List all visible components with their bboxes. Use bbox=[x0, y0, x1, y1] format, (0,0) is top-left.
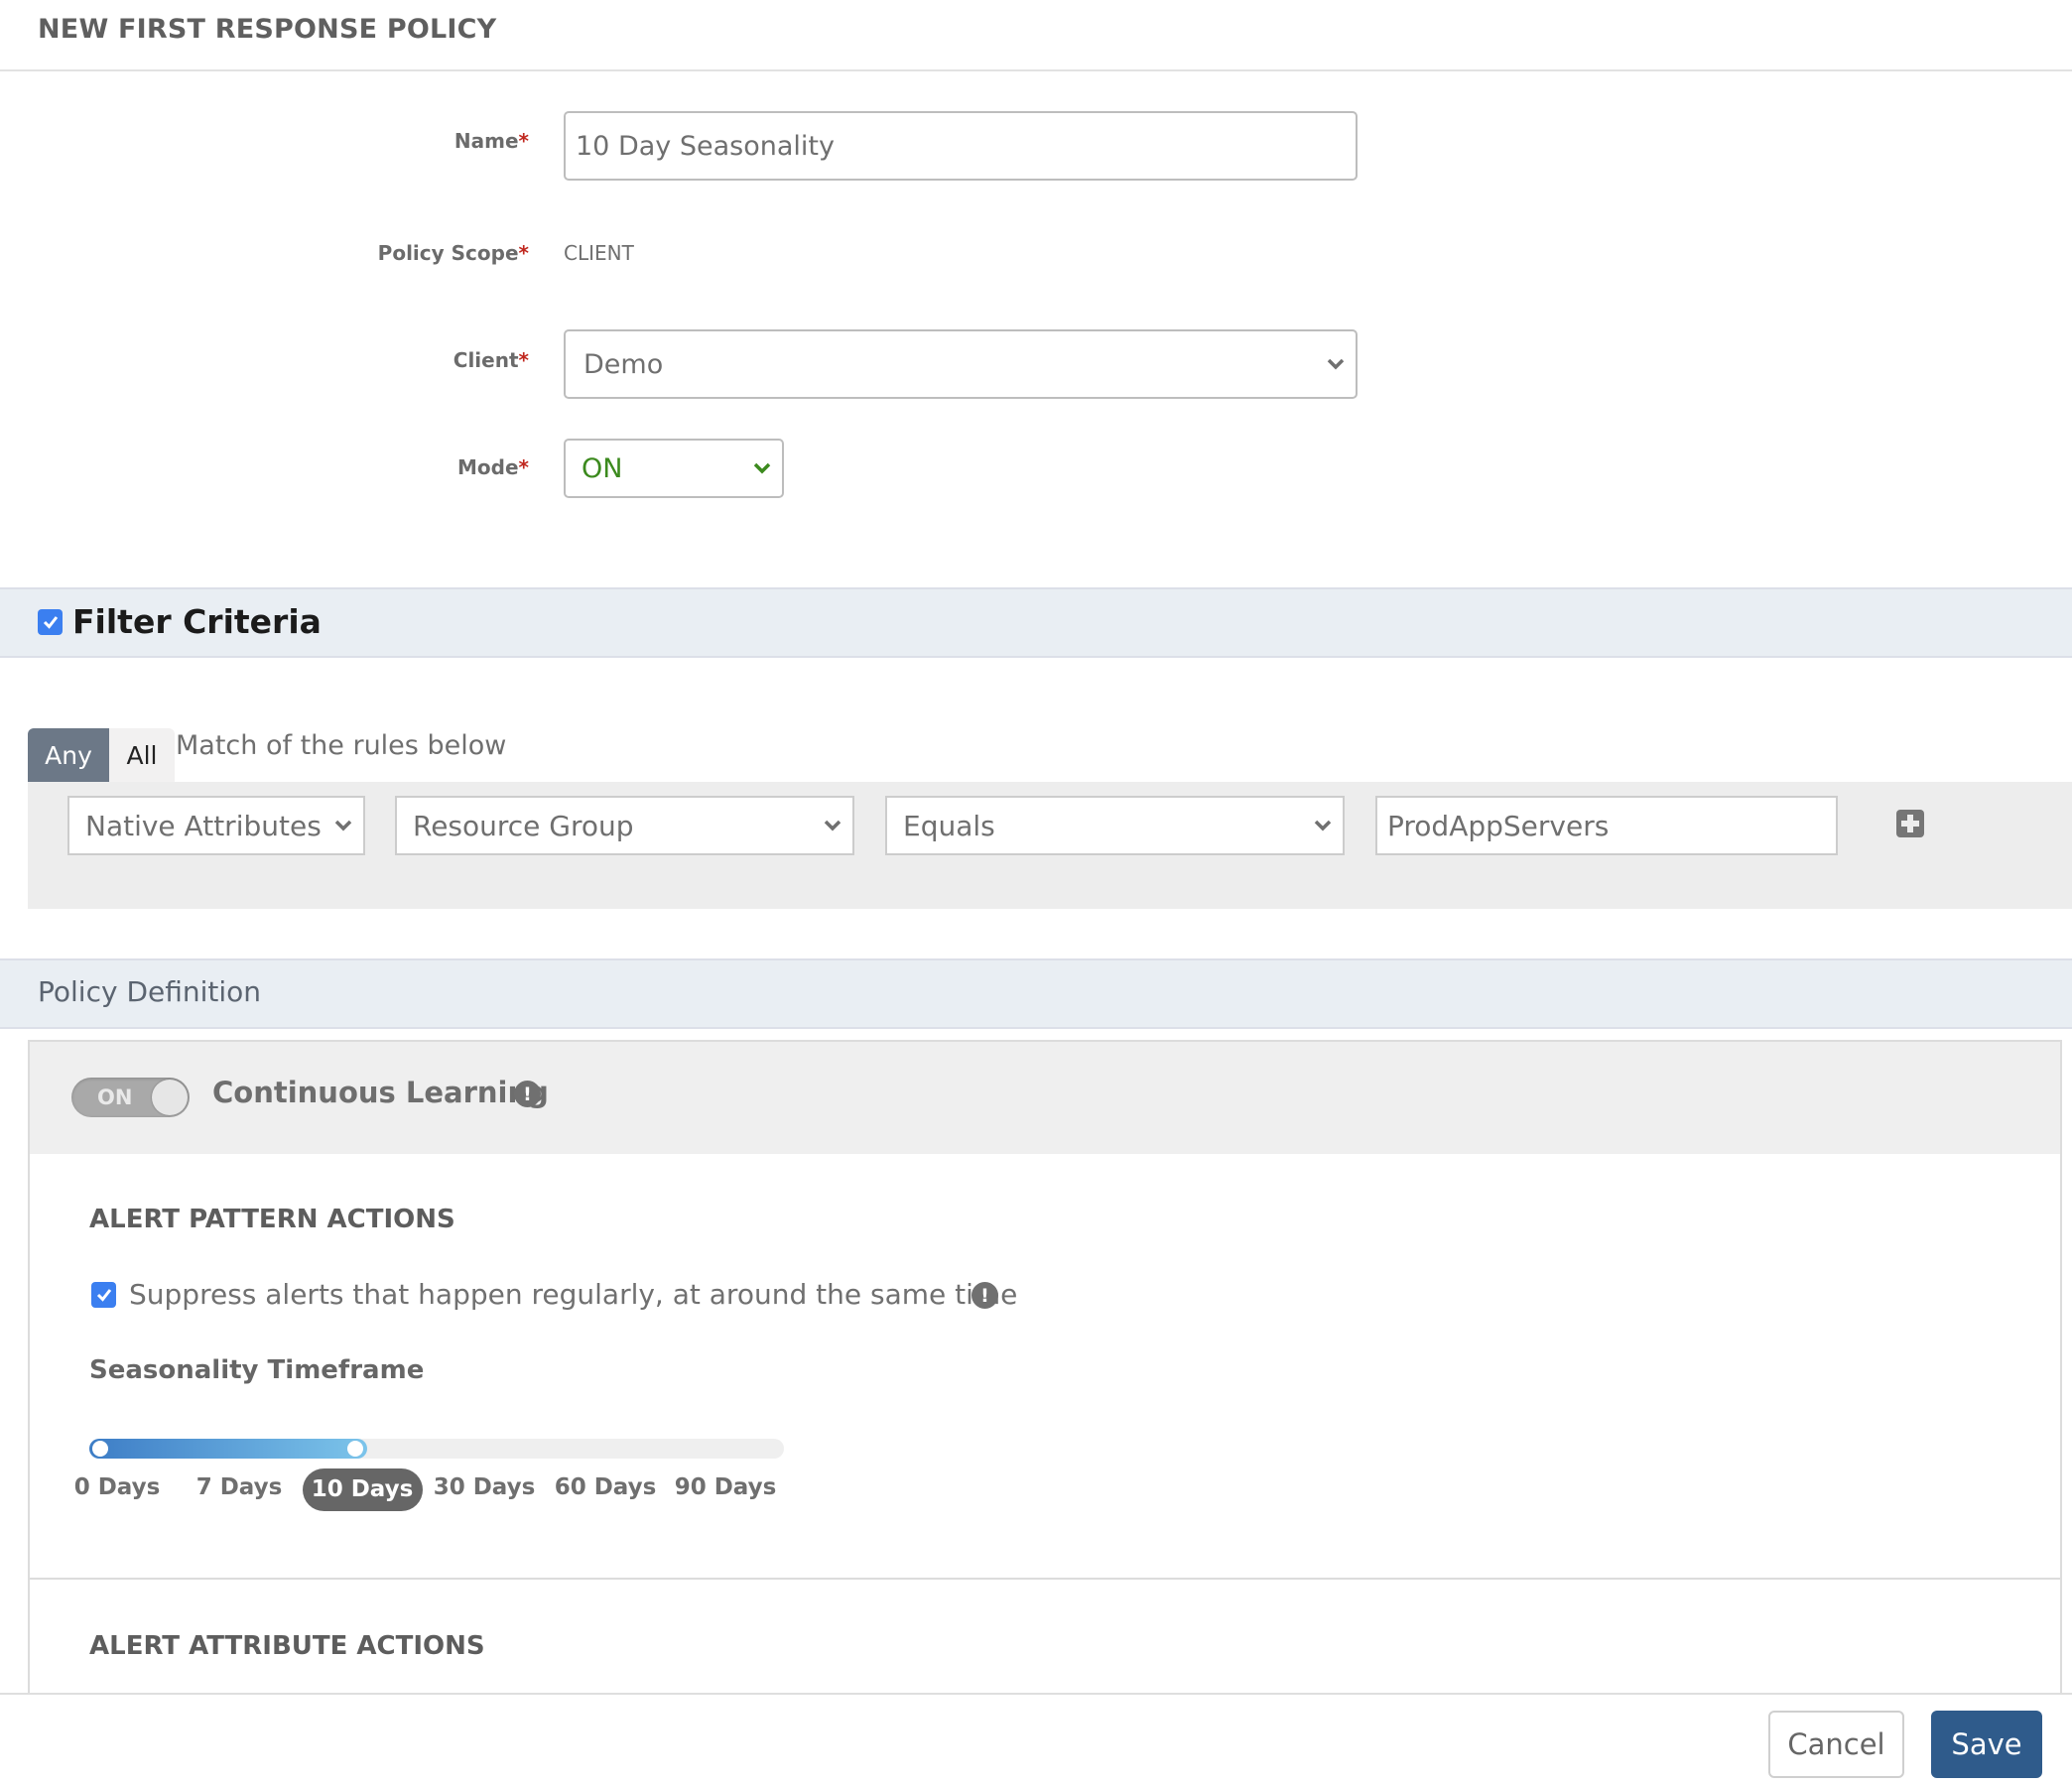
chevron-down-icon bbox=[753, 462, 771, 474]
match-all-button[interactable]: All bbox=[109, 728, 175, 782]
chevron-down-icon bbox=[824, 820, 842, 831]
footer bbox=[0, 1695, 2072, 1786]
name-input[interactable]: 10 Day Seasonality bbox=[564, 111, 1358, 181]
slider-handle-end[interactable] bbox=[347, 1441, 363, 1457]
client-select[interactable]: Demo bbox=[564, 329, 1358, 399]
seasonality-tick-30-days[interactable]: 30 Days bbox=[430, 1474, 539, 1500]
section-divider bbox=[30, 1578, 2060, 1580]
operator-select[interactable]: Equals bbox=[885, 796, 1345, 855]
name-label: Name* bbox=[453, 129, 529, 153]
chevron-down-icon bbox=[1314, 820, 1332, 831]
header-divider bbox=[0, 69, 2072, 71]
info-icon[interactable]: ! bbox=[514, 1081, 541, 1107]
mode-select[interactable]: ON bbox=[564, 439, 784, 498]
info-icon[interactable]: ! bbox=[971, 1282, 998, 1309]
cancel-button[interactable]: Cancel bbox=[1768, 1711, 1904, 1778]
policy-definition-header bbox=[0, 958, 2072, 1029]
checkmark-icon bbox=[43, 616, 58, 629]
save-button[interactable]: Save bbox=[1931, 1711, 2042, 1778]
chevron-down-icon bbox=[334, 820, 352, 831]
add-rule-icon[interactable] bbox=[1896, 810, 1924, 837]
mode-label: Mode* bbox=[457, 455, 529, 479]
seasonality-tick-10-days[interactable]: 10 Days bbox=[302, 1468, 423, 1511]
filter-criteria-title: Filter Criteria bbox=[72, 602, 322, 641]
toggle-knob bbox=[152, 1080, 188, 1115]
continuous-learning-toggle[interactable]: ON bbox=[71, 1078, 190, 1117]
policy-scope-value: CLIENT bbox=[564, 241, 634, 265]
seasonality-timeframe-label: Seasonality Timeframe bbox=[89, 1355, 425, 1385]
alert-attribute-actions-title: ALERT ATTRIBUTE ACTIONS bbox=[89, 1631, 485, 1661]
seasonality-tick-0-days[interactable]: 0 Days bbox=[63, 1474, 172, 1500]
rule-value-input[interactable]: ProdAppServers bbox=[1375, 796, 1838, 855]
page-title: NEW FIRST RESPONSE POLICY bbox=[38, 14, 497, 45]
suppress-alerts-checkbox[interactable] bbox=[91, 1282, 116, 1308]
seasonality-tick-60-days[interactable]: 60 Days bbox=[551, 1474, 660, 1500]
match-any-button[interactable]: Any bbox=[28, 728, 109, 782]
seasonality-tick-90-days[interactable]: 90 Days bbox=[671, 1474, 780, 1500]
continuous-learning-label: Continuous Learning bbox=[212, 1076, 549, 1109]
suppress-alerts-label: Suppress alerts that happen regularly, a… bbox=[129, 1278, 1018, 1311]
policy-definition-title: Policy Definition bbox=[38, 975, 262, 1008]
slider-handle-start[interactable] bbox=[92, 1441, 108, 1457]
policy-scope-label: Policy Scope* bbox=[377, 241, 529, 265]
alert-pattern-actions-title: ALERT PATTERN ACTIONS bbox=[89, 1205, 455, 1234]
filter-criteria-checkbox[interactable] bbox=[38, 609, 63, 635]
seasonality-slider-fill bbox=[89, 1439, 367, 1459]
chevron-down-icon bbox=[1327, 358, 1345, 370]
seasonality-tick-7-days[interactable]: 7 Days bbox=[185, 1474, 294, 1500]
checkmark-icon bbox=[96, 1289, 111, 1302]
match-description: Match of the rules below bbox=[176, 730, 507, 761]
attribute-select[interactable]: Resource Group bbox=[395, 796, 854, 855]
attribute-type-select[interactable]: Native Attributes bbox=[67, 796, 365, 855]
client-label: Client* bbox=[453, 348, 529, 372]
